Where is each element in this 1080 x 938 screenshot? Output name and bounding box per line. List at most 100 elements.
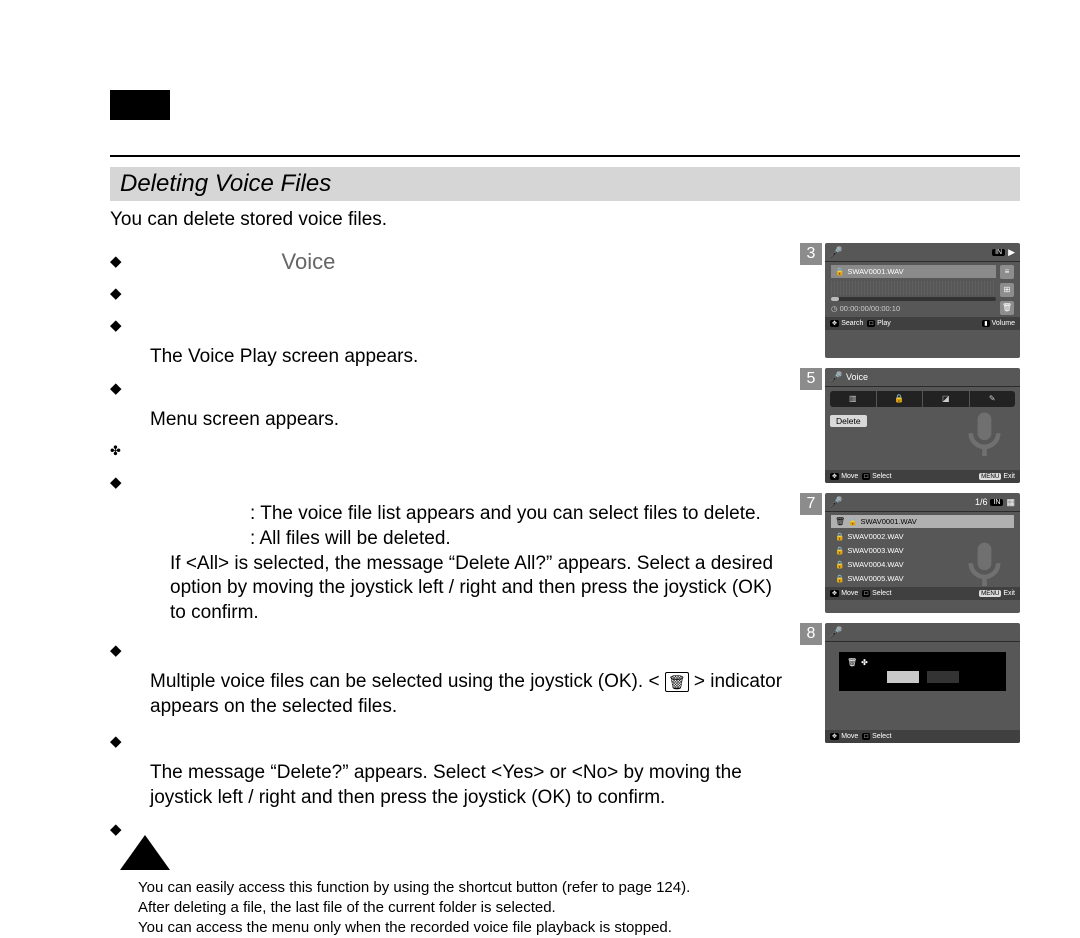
move-hint: Move (841, 733, 858, 740)
diamond-icon: ◆ (110, 281, 122, 307)
step-7: 7 🎤 1/6 IN ▦ 🗑 🔒 (800, 493, 1020, 613)
step-number: 5 (800, 368, 822, 390)
menu-key: MENU (979, 473, 1001, 480)
diamond-icon: ◆ (110, 470, 122, 496)
voice-title: Voice (846, 372, 868, 382)
notes-block: You can easily access this function by u… (138, 878, 788, 938)
step-number: 3 (800, 243, 822, 265)
file-item[interactable]: 🗑 🔒 SWAV0001.WAV (831, 515, 1014, 528)
lock-icon: 🔒 (848, 517, 857, 526)
voice-play-appears: The Voice Play screen appears. (150, 345, 788, 370)
menu-appears: Menu screen appears. (150, 408, 788, 433)
trash-icon: 🗑 (847, 658, 857, 667)
tab-icon[interactable]: ▥ (830, 391, 877, 407)
mic-icon: 🎤 (830, 371, 842, 383)
dpad-icon: ✥ (830, 473, 839, 480)
file-name: SWAV0001.WAV (861, 517, 917, 526)
section-title: Deleting Voice Files (110, 167, 1020, 201)
lock-icon: 🔒 (835, 560, 844, 569)
manual-page: Deleting Voice Files You can delete stor… (0, 0, 1080, 925)
big-mic-icon (957, 538, 1012, 595)
side-icon[interactable]: ≡ (1000, 265, 1014, 279)
tab-icon[interactable]: ◪ (923, 391, 970, 407)
lock-icon: 🔒 (835, 532, 844, 541)
current-file: SWAV0001.WAV (847, 267, 903, 276)
move-hint: Move (841, 590, 858, 597)
lock-icon: 🔒 (835, 546, 844, 555)
no-option[interactable] (927, 671, 959, 683)
vol-icon: ▮ (982, 320, 989, 327)
move-hint: Move (841, 473, 858, 480)
delete-menu-item[interactable]: Delete (830, 415, 867, 427)
multi-select: Multiple voice files can be selected usi… (150, 670, 788, 719)
diamond-icon: ◆ (110, 249, 122, 275)
trash-icon: 🗑 (665, 672, 689, 692)
top-rule (110, 155, 1020, 157)
maltese-icon: ✤ (110, 438, 121, 464)
dpad-icon: ✥ (830, 733, 839, 740)
lock-icon: 🔒 (835, 267, 844, 276)
ok-icon: □ (862, 733, 870, 740)
clock-icon: ◷ (831, 304, 840, 313)
dpad-icon: ✥ (830, 590, 839, 597)
note-2: After deleting a file, the last file of … (138, 898, 788, 918)
file-count: 1/6 (975, 497, 988, 507)
mic-icon: 🎤 (830, 246, 842, 258)
volume-hint: Volume (992, 320, 1015, 327)
ok-icon: □ (862, 473, 870, 480)
screenshot-column: 3 🎤 IN ▶ ≡ ⊞ 🗑 🔒 (800, 243, 1020, 743)
file-name: SWAV0005.WAV (847, 574, 903, 583)
tab-icon[interactable]: ✎ (970, 391, 1016, 407)
delete-dialog: 🗑 ✤ (839, 652, 1006, 691)
ok-icon: □ (862, 590, 870, 597)
timer: 00:00:00/00:00:10 (840, 304, 900, 313)
step-number: 8 (800, 623, 822, 645)
side-trash-icon[interactable]: 🗑 (1000, 301, 1014, 315)
english-tab (110, 90, 170, 120)
play-hint: Play (877, 320, 891, 327)
page-corner-triangle (120, 835, 170, 870)
step-5: 5 🎤 Voice ▥ 🔒 ◪ ✎ Delete (800, 368, 1020, 483)
side-icon[interactable]: ⊞ (1000, 283, 1014, 297)
mic-icon: 🎤 (830, 626, 842, 638)
voice-play-screen: 🎤 IN ▶ ≡ ⊞ 🗑 🔒 SWAV0001.WAV (825, 243, 1020, 358)
diamond-icon: ◆ (110, 638, 122, 664)
step-number: 7 (800, 493, 822, 515)
progress-bar[interactable] (831, 297, 996, 301)
in-badge: IN (992, 249, 1005, 256)
confirm-dialog-screen: 🎤 🗑 ✤ ✥Move □Select (825, 623, 1020, 743)
dpad-icon: ✥ (830, 320, 839, 327)
big-mic-icon (957, 408, 1012, 465)
note-1: You can easily access this function by u… (138, 878, 788, 898)
file-list-appears: : The voice file list appears and you ca… (250, 502, 788, 527)
step-8: 8 🎤 🗑 ✤ (800, 623, 1020, 743)
waveform (831, 281, 996, 295)
maltese-icon: ✤ (861, 658, 868, 667)
diamond-icon: ◆ (110, 313, 122, 339)
delete-all-msg: If <All> is selected, the message “Delet… (170, 552, 788, 626)
yes-option[interactable] (887, 671, 919, 683)
search-hint: Search (841, 320, 863, 327)
select-hint: Select (872, 590, 891, 597)
trash-icon: 🗑 (835, 517, 845, 526)
ok-icon: □ (867, 320, 875, 327)
lock-icon: 🔒 (835, 574, 844, 583)
file-name: SWAV0002.WAV (847, 532, 903, 541)
grid-icon: ▦ (1006, 497, 1015, 508)
tab-lock-icon[interactable]: 🔒 (877, 391, 924, 407)
intro-text: You can delete stored voice files. (110, 209, 1020, 231)
note-3: You can access the menu only when the re… (138, 918, 788, 938)
in-badge: IN (990, 499, 1003, 506)
delete-confirm: The message “Delete?” appears. Select <Y… (150, 761, 788, 810)
play-icon: ▶ (1008, 247, 1015, 258)
tab-row[interactable]: ▥ 🔒 ◪ ✎ (830, 391, 1015, 407)
step-3: 3 🎤 IN ▶ ≡ ⊞ 🗑 🔒 (800, 243, 1020, 358)
select-hint: Select (872, 473, 891, 480)
diamond-icon: ◆ (110, 729, 122, 755)
file-list-screen: 🎤 1/6 IN ▦ 🗑 🔒 SWAV0001.WAV (825, 493, 1020, 613)
all-deleted: : All files will be deleted. (250, 527, 788, 552)
file-name: SWAV0004.WAV (847, 560, 903, 569)
voice-menu-screen: 🎤 Voice ▥ 🔒 ◪ ✎ Delete ✥Move (825, 368, 1020, 483)
voice-label: Voice (282, 249, 336, 275)
exit-hint: Exit (1003, 473, 1015, 480)
